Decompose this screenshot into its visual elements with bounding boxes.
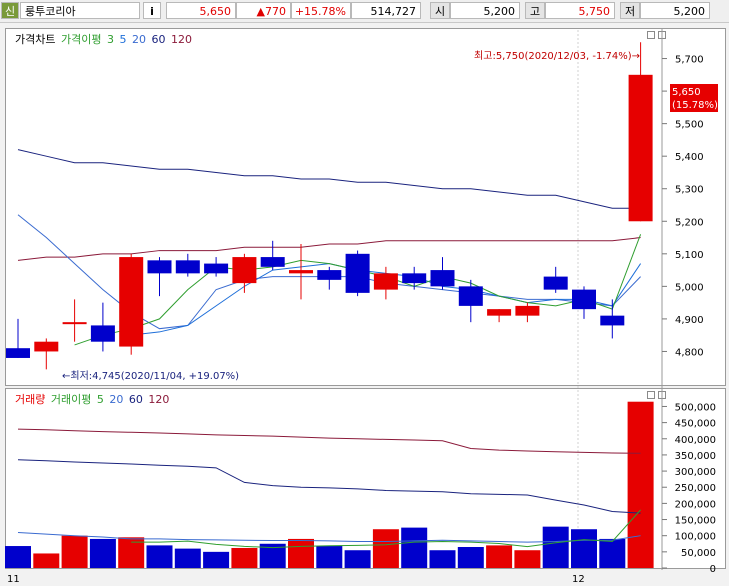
volume-bar xyxy=(203,551,230,568)
current-price-tag-pct: (15.78%) xyxy=(672,100,718,111)
candle-body xyxy=(260,257,285,267)
volume-bar xyxy=(627,401,654,568)
candle-body xyxy=(458,286,483,306)
volume-tick-label: 500,000 xyxy=(675,402,716,413)
price-tick-label: 5,500 xyxy=(675,120,704,131)
volume-tick-label: 450,000 xyxy=(675,419,716,430)
x-label-nov: 11 xyxy=(7,574,20,585)
low-annotation: ←최저:4,745(2020/11/04, +19.07%) xyxy=(62,370,239,382)
volume-tick-label: 300,000 xyxy=(675,467,716,478)
candle-body xyxy=(34,341,59,352)
price-tick-label: 5,300 xyxy=(675,185,704,196)
x-label-dec: 12 xyxy=(572,574,585,585)
volume-tick-label: 250,000 xyxy=(675,483,716,494)
volume-tick-label: 400,000 xyxy=(675,435,716,446)
candle-body xyxy=(572,289,596,310)
candle-body xyxy=(147,260,172,274)
ma120-line xyxy=(17,237,641,261)
candle-body xyxy=(6,348,30,358)
price-tick-label: 5,100 xyxy=(675,250,704,261)
price-tick-label: 5,000 xyxy=(675,282,704,293)
candle-body xyxy=(402,273,427,284)
volume-tick-label: 150,000 xyxy=(675,516,716,527)
candle-body xyxy=(62,322,87,325)
vma60-line xyxy=(17,459,641,514)
candle-body xyxy=(317,270,342,280)
volume-tick-label: 100,000 xyxy=(675,532,716,543)
candle-body xyxy=(175,260,200,274)
price-tick-label: 4,900 xyxy=(675,315,704,326)
candle-body xyxy=(345,253,370,293)
candle-body xyxy=(628,74,653,222)
volume-bar xyxy=(372,529,399,568)
ma60-line xyxy=(17,149,641,209)
vma120-line xyxy=(17,428,641,454)
chart-canvas: 5,7005,6005,5005,4005,3005,2005,1005,000… xyxy=(5,28,718,585)
volume-tick-label: 50,000 xyxy=(681,548,716,559)
volume-bar xyxy=(542,526,569,568)
high-annotation: 최고:5,750(2020/12/03, -1.74%)→ xyxy=(474,50,640,62)
volume-bar xyxy=(514,550,541,568)
volume-bar xyxy=(486,545,513,568)
candle-body xyxy=(232,257,257,284)
volume-bar xyxy=(174,548,201,568)
volume-bar xyxy=(401,527,428,568)
volume-bar xyxy=(457,547,484,568)
volume-bar xyxy=(599,538,626,568)
volume-bar xyxy=(316,546,343,568)
price-tick-label: 5,200 xyxy=(675,217,704,228)
volume-tick-label: 350,000 xyxy=(675,451,716,462)
candle-body xyxy=(515,305,540,316)
volume-tick-label: 0 xyxy=(710,564,716,575)
candle-body xyxy=(90,325,115,342)
volume-bar xyxy=(344,550,371,568)
candle-body xyxy=(600,315,625,326)
volume-bar xyxy=(61,535,88,568)
volume-bar xyxy=(429,550,456,568)
candle-body xyxy=(487,309,512,316)
volume-bar xyxy=(288,538,314,568)
candle-body xyxy=(289,270,313,274)
candle-body xyxy=(430,270,455,287)
volume-bar xyxy=(33,553,60,568)
volume-bar xyxy=(231,547,258,568)
volume-tick-label: 200,000 xyxy=(675,499,716,510)
price-tick-label: 5,400 xyxy=(675,152,704,163)
candle-body xyxy=(119,257,144,347)
price-tick-label: 4,800 xyxy=(675,347,704,358)
price-tick-label: 5,700 xyxy=(675,55,704,66)
volume-bar xyxy=(146,545,173,568)
current-price-tag-value: 5,650 xyxy=(672,87,701,98)
candle-body xyxy=(543,276,568,290)
volume-bar xyxy=(5,546,31,568)
candle-body xyxy=(204,263,229,274)
volume-bar xyxy=(571,529,597,568)
candle-body xyxy=(373,273,398,290)
volume-bar xyxy=(89,538,116,568)
